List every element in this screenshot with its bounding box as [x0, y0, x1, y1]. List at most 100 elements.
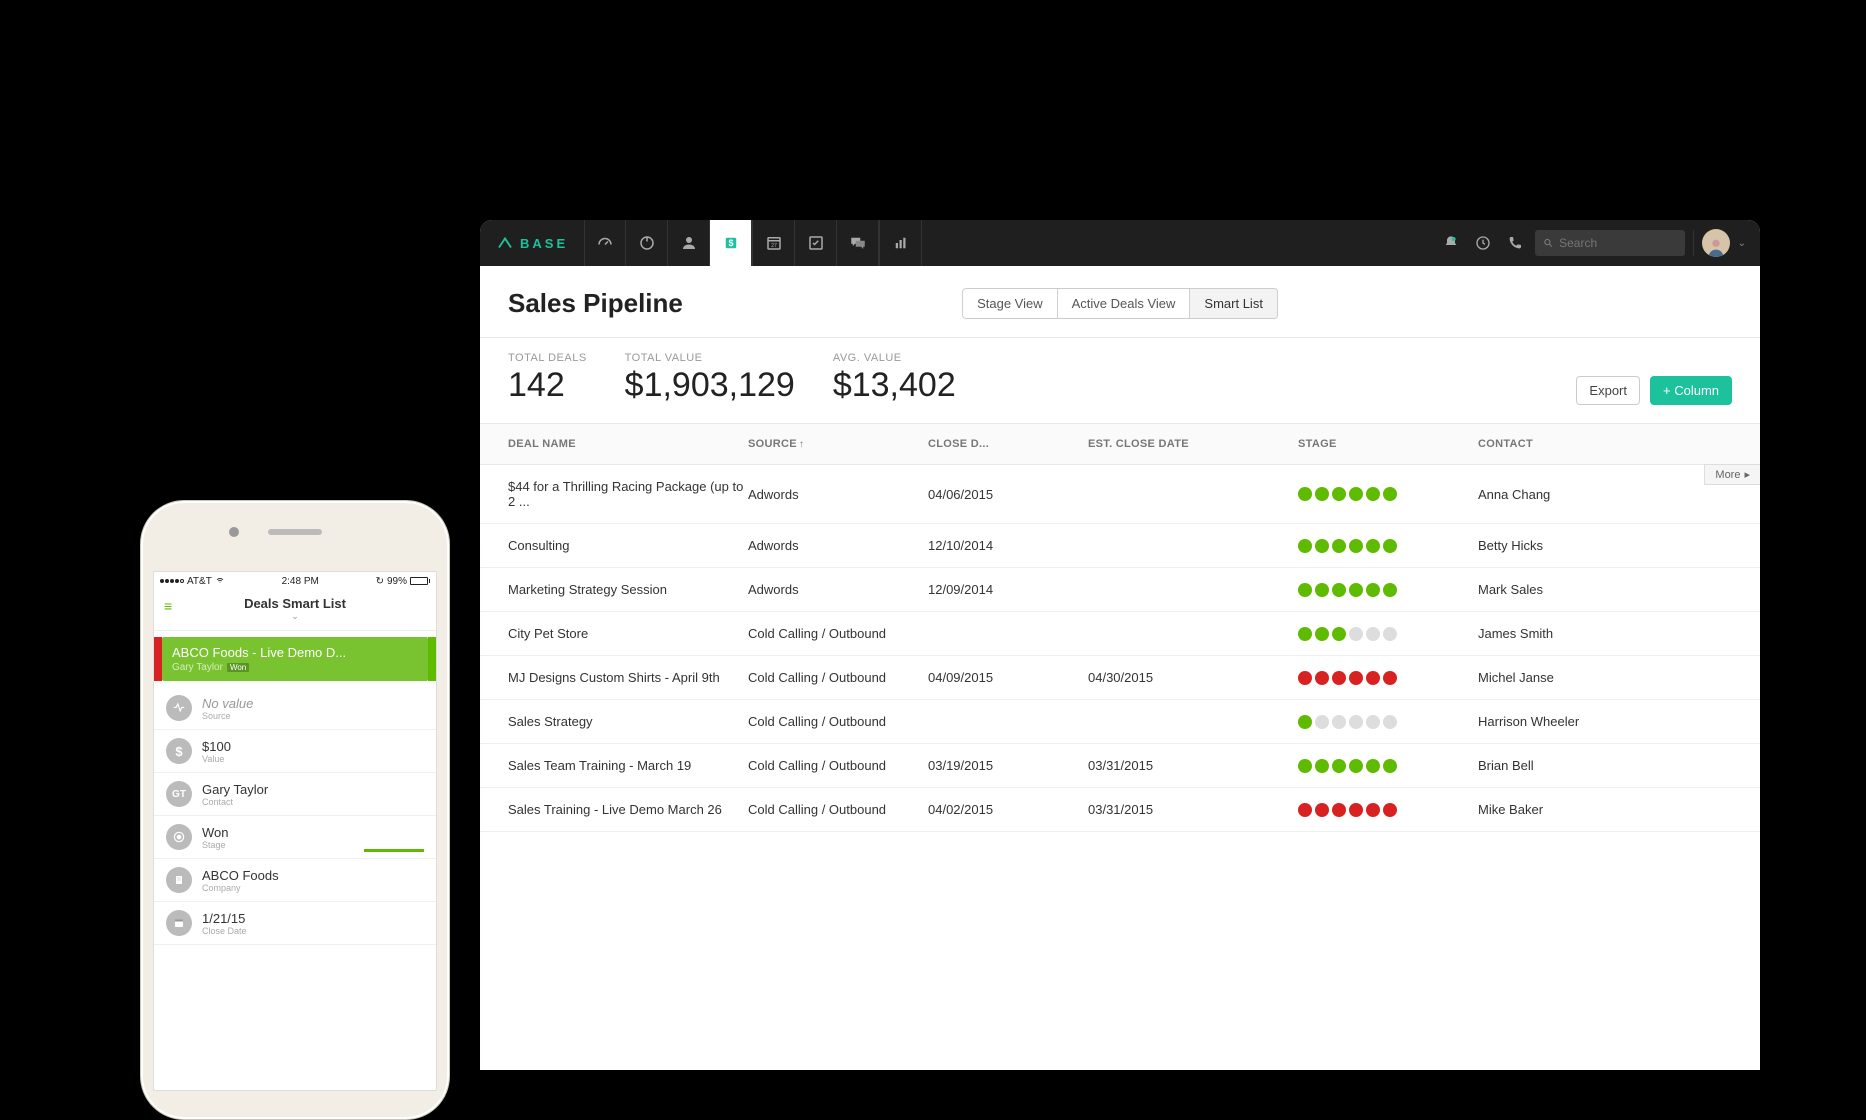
sort-asc-icon: ↑: [799, 439, 804, 450]
col-stage[interactable]: STAGE: [1298, 438, 1478, 450]
detail-value: Won: [202, 825, 229, 840]
stage-dot-icon: [1315, 671, 1329, 685]
stage-dot-icon: [1332, 671, 1346, 685]
stage-progress-bar: [364, 849, 424, 852]
col-est-close[interactable]: EST. CLOSE DATE: [1088, 438, 1298, 450]
chevron-down-icon[interactable]: ⌄: [1738, 238, 1746, 249]
stage-dot-icon: [1383, 803, 1397, 817]
stage-dot-icon: [1349, 803, 1363, 817]
table-header: DEAL NAME SOURCE↑ CLOSE D... EST. CLOSE …: [480, 424, 1760, 465]
brand-logo[interactable]: BASE: [480, 234, 584, 252]
tab-active-deals[interactable]: Active Deals View: [1058, 289, 1191, 318]
cell-contact: Harrison Wheeler: [1478, 714, 1732, 729]
deals-table: DEAL NAME SOURCE↑ CLOSE D... EST. CLOSE …: [480, 424, 1760, 832]
stage-dot-icon: [1366, 583, 1380, 597]
phone-detail-row[interactable]: $ $100 Value: [154, 730, 436, 773]
desktop-app-window: BASE $ 27: [480, 220, 1760, 1070]
table-body: $44 for a Thrilling Racing Package (up t…: [480, 465, 1760, 832]
phone-detail-row[interactable]: Won Stage: [154, 816, 436, 859]
activity-icon[interactable]: [1471, 231, 1495, 255]
col-source[interactable]: SOURCE↑: [748, 438, 928, 450]
phone-detail-row[interactable]: 1/21/15 Close Date: [154, 902, 436, 945]
dashboard-icon[interactable]: [584, 220, 626, 266]
export-button[interactable]: Export: [1576, 376, 1640, 405]
phone-detail-row[interactable]: No value Source: [154, 687, 436, 730]
calendar-icon[interactable]: 27: [753, 220, 795, 266]
cell-est-close: 03/31/2015: [1088, 802, 1298, 817]
detail-label: Contact: [202, 797, 268, 807]
stage-dot-icon: [1298, 759, 1312, 773]
hamburger-icon[interactable]: ≡: [164, 598, 172, 614]
table-row[interactable]: City Pet Store Cold Calling / Outbound J…: [480, 612, 1760, 656]
stage-dot-icon: [1315, 583, 1329, 597]
deal-card-title: ABCO Foods - Live Demo D...: [172, 645, 418, 660]
chevron-down-icon[interactable]: ⌄: [154, 611, 436, 622]
cell-stage: [1298, 583, 1478, 597]
cell-close-date: 03/19/2015: [928, 758, 1088, 773]
cell-contact: Betty Hicks: [1478, 538, 1732, 553]
stat-total-deals: TOTAL DEALS 142: [508, 352, 587, 405]
stage-dot-icon: [1298, 539, 1312, 553]
detail-label: Source: [202, 711, 253, 721]
stage-dot-icon: [1298, 803, 1312, 817]
power-icon[interactable]: [626, 220, 668, 266]
stage-dot-icon: [1332, 759, 1346, 773]
table-row[interactable]: Sales Strategy Cold Calling / Outbound H…: [480, 700, 1760, 744]
table-row[interactable]: MJ Designs Custom Shirts - April 9th Col…: [480, 656, 1760, 700]
sync-icon: ↻: [376, 576, 384, 587]
contacts-icon[interactable]: [668, 220, 710, 266]
table-row[interactable]: Consulting Adwords 12/10/2014 Betty Hick…: [480, 524, 1760, 568]
deal-card[interactable]: ABCO Foods - Live Demo D... Gary Taylor …: [162, 637, 428, 681]
cell-stage: [1298, 803, 1478, 817]
cell-close-date: 04/06/2015: [928, 487, 1088, 502]
detail-label: Company: [202, 883, 279, 893]
messages-icon[interactable]: [837, 220, 879, 266]
reports-icon[interactable]: [880, 220, 922, 266]
stage-dot-icon: [1383, 583, 1397, 597]
phone-detail-row[interactable]: ABCO Foods Company: [154, 859, 436, 902]
cell-source: Adwords: [748, 538, 928, 553]
detail-value: Gary Taylor: [202, 782, 268, 797]
search-input-box[interactable]: [1535, 230, 1685, 256]
notifications-icon[interactable]: [1439, 231, 1463, 255]
cell-contact: Anna Chang: [1478, 487, 1732, 502]
more-columns-button[interactable]: More ▸: [1704, 464, 1760, 485]
table-row[interactable]: $44 for a Thrilling Racing Package (up t…: [480, 465, 1760, 524]
tab-stage-view[interactable]: Stage View: [963, 289, 1058, 318]
phone-detail-row[interactable]: GT Gary Taylor Contact: [154, 773, 436, 816]
col-deal-name[interactable]: DEAL NAME: [508, 438, 748, 450]
stage-dot-icon: [1349, 583, 1363, 597]
stage-dot-icon: [1315, 487, 1329, 501]
cell-est-close: 03/31/2015: [1088, 758, 1298, 773]
phone-icon[interactable]: [1503, 231, 1527, 255]
user-avatar[interactable]: [1702, 229, 1730, 257]
table-row[interactable]: Sales Training - Live Demo March 26 Cold…: [480, 788, 1760, 832]
stage-dot-icon: [1383, 627, 1397, 641]
cell-stage: [1298, 715, 1478, 729]
stage-dot-icon: [1332, 583, 1346, 597]
detail-value: ABCO Foods: [202, 868, 279, 883]
top-nav-bar: BASE $ 27: [480, 220, 1760, 266]
svg-text:$: $: [728, 238, 733, 248]
calendar-icon: [166, 910, 192, 936]
stage-dot-icon: [1349, 539, 1363, 553]
table-row[interactable]: Marketing Strategy Session Adwords 12/09…: [480, 568, 1760, 612]
add-column-button[interactable]: + Column: [1650, 376, 1732, 405]
svg-text:27: 27: [771, 243, 777, 249]
deals-icon[interactable]: $: [710, 220, 752, 266]
col-close-date[interactable]: CLOSE D...: [928, 438, 1088, 450]
stage-dot-icon: [1366, 715, 1380, 729]
table-row[interactable]: Sales Team Training - March 19 Cold Call…: [480, 744, 1760, 788]
tasks-icon[interactable]: [795, 220, 837, 266]
tab-smart-list[interactable]: Smart List: [1190, 289, 1277, 318]
col-contact[interactable]: CONTACT: [1478, 438, 1732, 450]
search-input[interactable]: [1559, 236, 1676, 250]
cell-deal-name: Sales Team Training - March 19: [508, 758, 748, 773]
swipe-right-indicator: [428, 637, 436, 681]
cell-source: Adwords: [748, 582, 928, 597]
stage-dot-icon: [1349, 487, 1363, 501]
cell-stage: [1298, 487, 1478, 501]
topbar-right-group: ⌄: [1439, 229, 1760, 257]
cell-source: Cold Calling / Outbound: [748, 626, 928, 641]
detail-value: $100: [202, 739, 231, 754]
